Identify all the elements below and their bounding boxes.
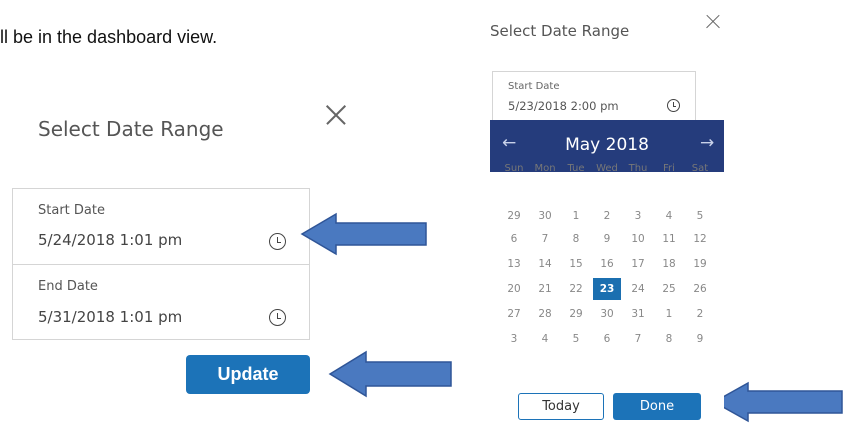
weekday-label: Tue — [567, 163, 585, 174]
calendar-day[interactable]: 31 — [624, 303, 652, 325]
calendar-day[interactable]: 9 — [593, 228, 621, 250]
annotation-arrow-icon — [712, 381, 846, 423]
done-button[interactable]: Done — [613, 393, 701, 420]
document-text-fragment: ll be in the dashboard view. — [0, 27, 218, 47]
start-date-field[interactable]: Start Date 5/24/2018 1:01 pm — [13, 189, 309, 265]
calendar-day-selected[interactable]: 23 — [593, 278, 621, 300]
weekday-label: Thu — [628, 163, 648, 174]
date-picker-calendar: ← May 2018 → Sun Mon Tue Wed Thu Fri Sat 29 30 1… — [490, 120, 724, 412]
calendar-day[interactable]: 3 — [624, 205, 652, 227]
calendar-day[interactable]: 19 — [686, 253, 714, 275]
weekday-label: Sat — [691, 163, 709, 174]
calendar-day[interactable]: 6 — [500, 228, 528, 250]
end-date-value[interactable]: 5/31/2018 1:01 pm — [38, 308, 182, 326]
calendar-day[interactable]: 24 — [624, 278, 652, 300]
start-date-field[interactable]: Start Date 5/23/2018 2:00 pm — [492, 71, 696, 123]
start-date-value[interactable]: 5/23/2018 2:00 pm — [508, 99, 619, 113]
start-date-value[interactable]: 5/24/2018 1:01 pm — [38, 231, 182, 249]
calendar-day[interactable]: 22 — [562, 278, 590, 300]
calendar-day[interactable]: 30 — [531, 205, 559, 227]
calendar-day[interactable]: 28 — [531, 303, 559, 325]
calendar-day[interactable]: 25 — [655, 278, 683, 300]
calendar-day[interactable]: 29 — [562, 303, 590, 325]
calendar-day[interactable]: 14 — [531, 253, 559, 275]
calendar-day[interactable]: 29 — [500, 205, 528, 227]
calendar-day[interactable]: 6 — [593, 328, 621, 350]
calendar-day[interactable]: 1 — [655, 303, 683, 325]
dialog-title: Select Date Range — [490, 22, 630, 40]
arrow-right-icon[interactable]: → — [700, 133, 714, 153]
calendar-day[interactable]: 7 — [624, 328, 652, 350]
calendar-day[interactable]: 21 — [531, 278, 559, 300]
calendar-day[interactable]: 27 — [500, 303, 528, 325]
calendar-day[interactable]: 9 — [686, 328, 714, 350]
calendar-day[interactable]: 10 — [624, 228, 652, 250]
start-date-label: Start Date — [38, 203, 105, 218]
calendar-day[interactable]: 2 — [686, 303, 714, 325]
close-icon[interactable] — [704, 13, 722, 31]
clock-icon[interactable] — [269, 309, 286, 326]
annotation-arrow-icon — [328, 350, 454, 398]
end-date-field[interactable]: End Date 5/31/2018 1:01 pm — [13, 265, 309, 341]
weekday-label: Sun — [504, 163, 524, 174]
calendar-day[interactable]: 12 — [686, 228, 714, 250]
clock-icon[interactable] — [269, 233, 286, 250]
update-button[interactable]: Update — [186, 355, 310, 394]
end-date-label: End Date — [38, 279, 98, 294]
calendar-day[interactable]: 8 — [655, 328, 683, 350]
calendar-day[interactable]: 4 — [531, 328, 559, 350]
calendar-day[interactable]: 18 — [655, 253, 683, 275]
calendar-day[interactable]: 30 — [593, 303, 621, 325]
start-date-label: Start Date — [508, 81, 560, 92]
calendar-day[interactable]: 16 — [593, 253, 621, 275]
calendar-day[interactable]: 17 — [624, 253, 652, 275]
calendar-day[interactable]: 1 — [562, 205, 590, 227]
calendar-month-label: May 2018 — [565, 135, 649, 155]
close-icon[interactable] — [324, 103, 348, 127]
calendar-day[interactable]: 4 — [655, 205, 683, 227]
calendar-day[interactable]: 3 — [500, 328, 528, 350]
dialog-title: Select Date Range — [38, 117, 224, 141]
clock-icon[interactable] — [667, 99, 680, 112]
calendar-day[interactable]: 20 — [500, 278, 528, 300]
calendar-day[interactable]: 5 — [686, 205, 714, 227]
calendar-day[interactable]: 11 — [655, 228, 683, 250]
weekday-label: Wed — [596, 163, 618, 174]
calendar-day[interactable]: 13 — [500, 253, 528, 275]
calendar-day[interactable]: 15 — [562, 253, 590, 275]
annotation-arrow-icon — [300, 212, 430, 256]
date-range-fields: Start Date 5/24/2018 1:01 pm End Date 5/… — [12, 188, 310, 340]
today-button[interactable]: Today — [518, 393, 604, 420]
calendar-day[interactable]: 26 — [686, 278, 714, 300]
calendar-day[interactable]: 2 — [593, 205, 621, 227]
weekday-label: Mon — [534, 163, 556, 174]
weekday-label: Fri — [663, 163, 675, 174]
calendar-day[interactable]: 7 — [531, 228, 559, 250]
calendar-day[interactable]: 5 — [562, 328, 590, 350]
calendar-day[interactable]: 8 — [562, 228, 590, 250]
